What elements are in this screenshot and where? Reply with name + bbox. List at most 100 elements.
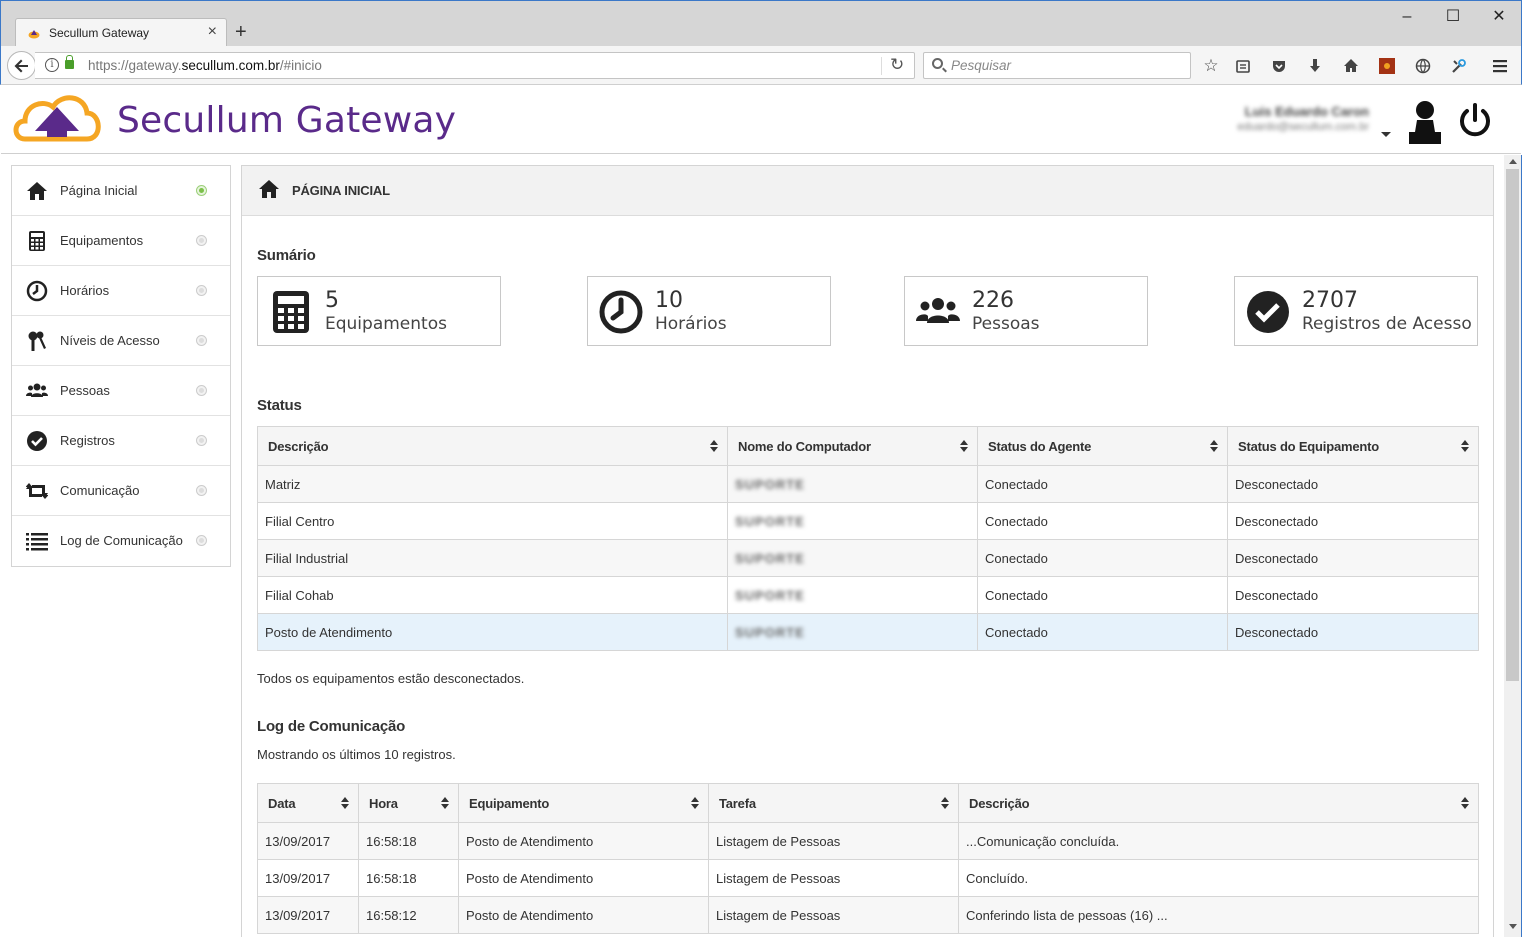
url-text[interactable]: https://gateway.secullum.com.br/#inicio xyxy=(88,58,322,73)
sidebar-item-niveis-de-acesso[interactable]: Níveis de Acesso xyxy=(12,316,230,366)
table-row[interactable]: 13/09/2017 16:58:18 Posto de Atendimento… xyxy=(257,822,1479,860)
tools-extension-icon[interactable] xyxy=(1448,55,1470,77)
sort-icon[interactable] xyxy=(441,797,449,810)
page-title: PÁGINA INICIAL xyxy=(292,183,390,198)
reload-icon[interactable]: ↻ xyxy=(890,55,904,75)
list-icon xyxy=(26,533,48,551)
column-header-descricao[interactable]: Descrição xyxy=(958,783,1479,823)
user-info[interactable]: Luis Eduardo Caron eduardo@secullum.com.… xyxy=(1237,104,1369,133)
clock-icon xyxy=(599,290,643,334)
active-indicator-icon xyxy=(196,185,207,196)
sidebar-item-label: Equipamentos xyxy=(60,233,144,248)
column-header-equipamento[interactable]: Equipamento xyxy=(458,783,709,823)
user-email: eduardo@secullum.com.br xyxy=(1237,121,1369,133)
bookmark-star-icon[interactable]: ☆ xyxy=(1200,55,1222,77)
cell-data: 13/09/2017 xyxy=(257,859,359,897)
power-logout-icon[interactable] xyxy=(1456,102,1494,140)
card-label: Equipamentos xyxy=(325,314,447,334)
summary-card-equipamentos[interactable]: 5 Equipamentos xyxy=(257,276,501,346)
sidebar-item-log-de-comunicacao[interactable]: Log de Comunicação xyxy=(12,516,230,566)
cell-status-agente: Conectado xyxy=(977,465,1228,503)
log-title: Log de Comunicação xyxy=(257,718,406,735)
column-header-descricao[interactable]: Descrição xyxy=(257,426,728,466)
column-header-hora[interactable]: Hora xyxy=(358,783,459,823)
back-button[interactable] xyxy=(7,51,36,80)
header-label: Status do Agente xyxy=(988,438,1092,454)
column-header-tarefa[interactable]: Tarefa xyxy=(708,783,959,823)
hamburger-menu-icon[interactable] xyxy=(1489,55,1511,77)
cell-descricao: Matriz xyxy=(257,465,728,503)
close-window-button[interactable]: ✕ xyxy=(1485,7,1513,29)
cell-computador: SUPORTE xyxy=(727,576,978,614)
url-suffix: /#inicio xyxy=(279,58,322,73)
inactive-indicator-icon xyxy=(196,285,207,296)
header-label: Data xyxy=(268,795,296,811)
card-number: 2707 xyxy=(1302,288,1358,313)
user-dropdown-caret-icon[interactable] xyxy=(1381,132,1391,137)
extension-icon[interactable] xyxy=(1376,55,1398,77)
column-header-status-equipamento[interactable]: Status do Equipamento xyxy=(1227,426,1479,466)
cell-descricao: Filial Centro xyxy=(257,502,728,540)
secullum-logo-icon[interactable] xyxy=(11,91,103,147)
url-bar[interactable]: i https://gateway.secullum.com.br/#inici… xyxy=(35,52,915,79)
new-tab-button[interactable]: + xyxy=(235,21,247,43)
sort-icon[interactable] xyxy=(1210,440,1218,453)
scroll-up-arrow-icon[interactable] xyxy=(1509,159,1517,164)
table-row[interactable]: 13/09/2017 16:58:12 Posto de Atendimento… xyxy=(257,896,1479,934)
search-placeholder: Pesquisar xyxy=(951,58,1012,73)
summary-card-pessoas[interactable]: 226 Pessoas xyxy=(904,276,1148,346)
table-row[interactable]: Filial Centro SUPORTE Conectado Desconec… xyxy=(257,502,1479,540)
sort-icon[interactable] xyxy=(691,797,699,810)
summary-card-registros[interactable]: 2707 Registros de Acesso xyxy=(1234,276,1478,346)
sort-icon[interactable] xyxy=(1461,440,1469,453)
summary-card-horarios[interactable]: 10 Horários xyxy=(587,276,831,346)
app-title: Secullum Gateway xyxy=(117,100,457,141)
cell-equipamento: Posto de Atendimento xyxy=(458,822,709,860)
sidebar-item-pagina-inicial[interactable]: Página Inicial xyxy=(12,166,230,216)
sidebar-item-registros[interactable]: Registros xyxy=(12,416,230,466)
scroll-down-arrow-icon[interactable] xyxy=(1509,924,1517,929)
sort-icon[interactable] xyxy=(1461,797,1469,810)
card-number: 10 xyxy=(655,288,683,313)
tab-close-icon[interactable]: × xyxy=(208,23,217,41)
card-number: 5 xyxy=(325,288,339,313)
cell-tarefa: Listagem de Pessoas xyxy=(708,822,959,860)
page-scrollbar[interactable] xyxy=(1504,155,1522,937)
sort-icon[interactable] xyxy=(341,797,349,810)
minimize-button[interactable]: – xyxy=(1393,7,1421,29)
sidebar-item-horarios[interactable]: Horários xyxy=(12,266,230,316)
sidebar-item-equipamentos[interactable]: Equipamentos xyxy=(12,216,230,266)
cell-computador: SUPORTE xyxy=(727,613,978,651)
column-header-data[interactable]: Data xyxy=(257,783,359,823)
sidebar-item-pessoas[interactable]: Pessoas xyxy=(12,366,230,416)
scrollbar-thumb[interactable] xyxy=(1506,169,1519,681)
home-icon xyxy=(259,180,279,198)
globe-extension-icon[interactable] xyxy=(1412,55,1434,77)
sort-icon[interactable] xyxy=(960,440,968,453)
status-note: Todos os equipamentos estão desconectado… xyxy=(257,671,525,686)
pocket-icon[interactable] xyxy=(1268,55,1290,77)
sort-icon[interactable] xyxy=(710,440,718,453)
table-row[interactable]: Posto de Atendimento SUPORTE Conectado D… xyxy=(257,613,1479,651)
sort-icon[interactable] xyxy=(941,797,949,810)
browser-tab[interactable]: Secullum Gateway × xyxy=(15,18,227,48)
column-header-status-agente[interactable]: Status do Agente xyxy=(977,426,1228,466)
cell-tarefa: Listagem de Pessoas xyxy=(708,896,959,934)
info-icon[interactable]: i xyxy=(45,58,59,72)
search-bar[interactable]: Pesquisar xyxy=(923,52,1191,79)
reading-list-icon[interactable] xyxy=(1232,55,1254,77)
home-icon[interactable] xyxy=(1340,55,1362,77)
column-header-nome-computador[interactable]: Nome do Computador xyxy=(727,426,978,466)
cell-descricao: Filial Cohab xyxy=(257,576,728,614)
cell-status-equipamento: Desconectado xyxy=(1227,576,1479,614)
maximize-button[interactable]: ☐ xyxy=(1439,7,1467,29)
lock-icon[interactable] xyxy=(65,55,74,69)
table-row[interactable]: 13/09/2017 16:58:18 Posto de Atendimento… xyxy=(257,859,1479,897)
computer-name: SUPORTE xyxy=(735,476,805,492)
user-avatar-icon[interactable] xyxy=(1401,98,1449,146)
download-icon[interactable] xyxy=(1304,55,1326,77)
table-row[interactable]: Filial Industrial SUPORTE Conectado Desc… xyxy=(257,539,1479,577)
table-row[interactable]: Filial Cohab SUPORTE Conectado Desconect… xyxy=(257,576,1479,614)
sidebar-item-comunicacao[interactable]: Comunicação xyxy=(12,466,230,516)
table-row[interactable]: Matriz SUPORTE Conectado Desconectado xyxy=(257,465,1479,503)
